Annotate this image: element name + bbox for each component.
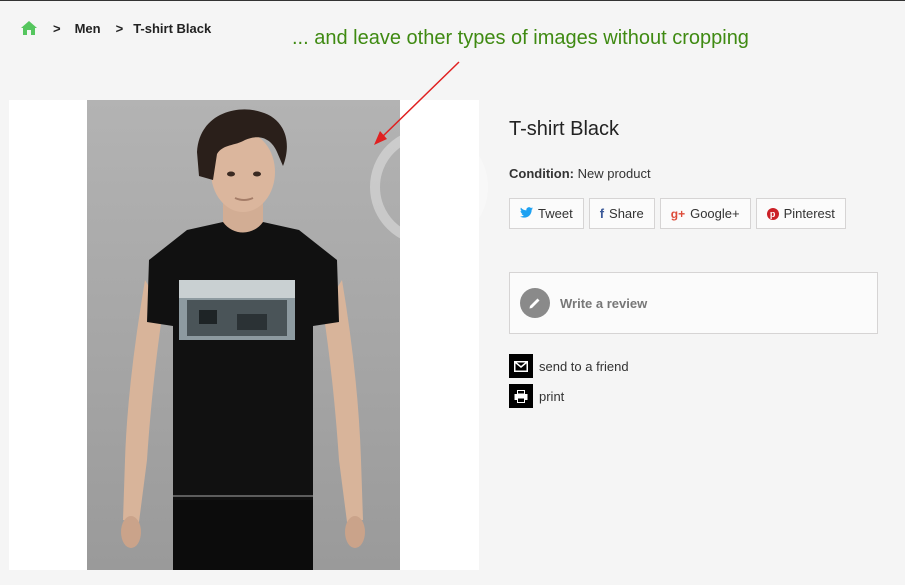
tweet-button[interactable]: Tweet [509,198,584,229]
send-to-friend-link[interactable]: send to a friend [509,354,629,378]
tweet-label: Tweet [538,206,573,221]
twitter-icon [520,206,533,221]
breadcrumb: > Men > T-shirt Black [21,19,211,37]
google-plus-icon: g+ [670,206,686,221]
product-image-frame [9,100,479,570]
print-link[interactable]: print [509,384,564,408]
google-plus-button[interactable]: g+ Google+ [659,198,751,229]
model-in-tshirt-illustration [87,100,400,570]
facebook-share-button[interactable]: f Share [588,198,655,229]
annotation-text: ... and leave other types of images with… [292,27,749,49]
write-review-button[interactable]: Write a review [509,272,878,334]
social-share-buttons: Tweet f Share g+ Google+ p Pinterest [509,198,846,229]
print-label: print [539,388,565,404]
breadcrumb-current: T-shirt Black [133,20,212,36]
product-photo[interactable] [87,100,400,570]
pinterest-button[interactable]: p Pinterest [755,198,846,229]
breadcrumb-separator: > [53,20,61,36]
send-to-friend-label: send to a friend [539,358,629,374]
facebook-icon: f [599,206,605,221]
share-label: Share [609,206,644,221]
write-review-label: Write a review [560,295,648,311]
condition-label: Condition: [509,166,574,181]
home-icon[interactable] [21,21,37,35]
condition-value: New product [577,166,651,181]
product-title: T-shirt Black [509,118,620,140]
pinterest-icon: p [766,207,779,220]
printer-icon [509,384,533,408]
google-plus-label: Google+ [690,206,740,221]
breadcrumb-men[interactable]: Men [75,21,101,36]
top-divider [0,0,905,1]
envelope-icon [509,354,533,378]
pencil-icon [520,288,550,318]
pinterest-label: Pinterest [783,206,835,221]
breadcrumb-separator: > [115,20,124,36]
product-condition: Condition: New product [509,166,651,181]
